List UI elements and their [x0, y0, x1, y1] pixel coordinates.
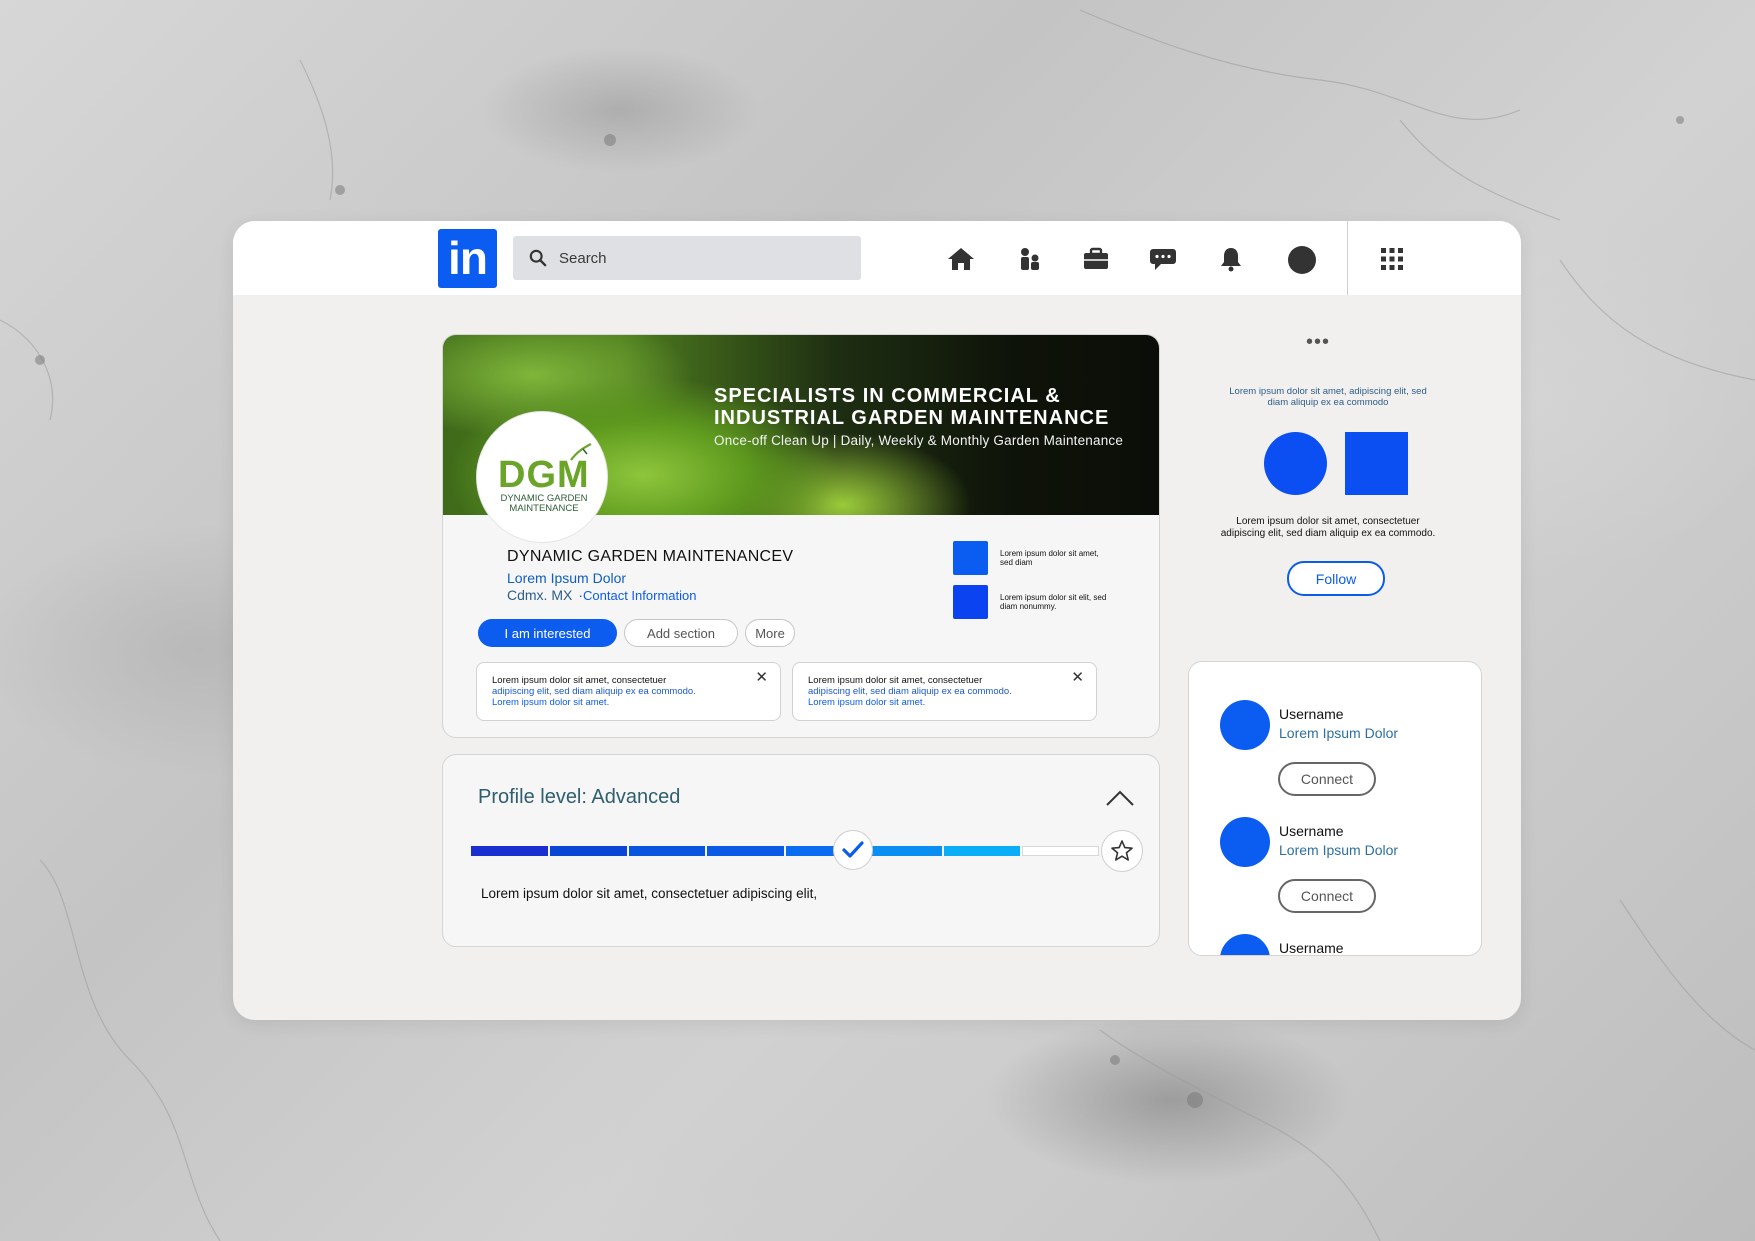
connect-button[interactable]: Connect — [1278, 762, 1376, 796]
more-button[interactable]: More — [745, 619, 795, 647]
stat-text: Lorem ipsum dolor sit amet, sed diam — [1000, 549, 1099, 567]
apps-grid-icon[interactable] — [1380, 247, 1404, 271]
person-name[interactable]: Username — [1279, 940, 1344, 955]
top-navbar: in — [233, 221, 1521, 295]
chevron-up-icon[interactable] — [1105, 789, 1135, 807]
close-icon[interactable]: ✕ — [1071, 668, 1084, 686]
nav-network[interactable] — [1014, 243, 1046, 275]
close-icon[interactable]: ✕ — [755, 668, 768, 686]
company-logo-subtitle: DYNAMIC GARDEN MAINTENANCE — [500, 493, 588, 514]
stat-item: Lorem ipsum dolor sit amet, sed diam — [953, 541, 1110, 575]
company-name: DYNAMIC GARDEN MAINTENANCEV — [507, 548, 794, 565]
avatar[interactable] — [1220, 934, 1270, 955]
leaf-icon — [570, 443, 592, 461]
progress-segment — [943, 846, 1021, 856]
aside-description: Lorem ipsum dolor sit amet, adipiscing e… — [1229, 386, 1427, 408]
more-options-icon[interactable]: ••• — [1306, 331, 1330, 354]
person-name[interactable]: Username — [1279, 706, 1344, 722]
avatar[interactable] — [1220, 700, 1270, 750]
banner-title: SPECIALISTS IN COMMERCIAL & INDUSTRIAL G… — [714, 385, 1110, 429]
goal-marker — [1101, 830, 1143, 872]
search-icon — [529, 249, 547, 267]
checkmark-icon — [842, 841, 864, 858]
progress-segment — [549, 846, 627, 856]
bell-icon — [1221, 248, 1241, 272]
stat-square — [953, 585, 988, 619]
nav-notifications[interactable] — [1215, 243, 1247, 275]
profile-level-card: Profile level: Advanced Lorem ipsum dolo… — [442, 754, 1160, 947]
progress-segment — [471, 846, 548, 856]
aside-circle-graphic — [1264, 432, 1327, 495]
company-profile-card: SPECIALISTS IN COMMERCIAL & INDUSTRIAL G… — [442, 334, 1160, 738]
nav-home[interactable] — [945, 243, 977, 275]
person-title: Lorem Ipsum Dolor — [1279, 725, 1399, 741]
follow-button[interactable]: Follow — [1287, 561, 1385, 596]
person-name[interactable]: Username — [1279, 823, 1344, 839]
progress-segment — [707, 846, 784, 856]
profile-level-description: Lorem ipsum dolor sit amet, consectetuer… — [481, 886, 818, 901]
stat-item: Lorem ipsum dolor sit elit, sed diam non… — [953, 585, 1110, 619]
people-suggestions-card: Username Lorem Ipsum Dolor Connect Usern… — [1188, 661, 1482, 956]
messages-icon — [1150, 249, 1176, 270]
company-tagline: Lorem Ipsum Dolor — [507, 570, 627, 586]
home-icon — [948, 248, 974, 270]
search-bar[interactable] — [513, 236, 861, 280]
nav-messaging[interactable] — [1147, 243, 1179, 275]
progress-segment — [864, 846, 942, 856]
company-logo[interactable]: DGM DYNAMIC GARDEN MAINTENANCE — [476, 411, 608, 543]
progress-segment — [1022, 846, 1099, 856]
linkedin-logo[interactable]: in — [438, 229, 497, 288]
aside-square-graphic — [1345, 432, 1408, 495]
aside-description-2: Lorem ipsum dolor sit amet, consectetuer… — [1220, 516, 1436, 539]
checkpoint-marker — [833, 830, 873, 870]
people-icon — [1021, 248, 1039, 270]
avatar[interactable] — [1220, 817, 1270, 867]
avatar[interactable] — [1288, 246, 1316, 274]
interested-button[interactable]: I am interested — [478, 619, 617, 647]
profile-level-title: Profile level: Advanced — [478, 786, 681, 808]
company-location: Cdmx. MX ·Contact Information — [507, 587, 697, 603]
app-window: in Search SPECIALISTS IN COMMERCIAL & IN… — [233, 221, 1521, 1020]
search-input[interactable] — [559, 249, 839, 267]
notice-card: Lorem ipsum dolor sit amet, consectetuer… — [792, 662, 1097, 721]
briefcase-icon — [1084, 247, 1108, 269]
contact-info-link[interactable]: Contact Information — [583, 588, 696, 603]
star-icon — [1111, 840, 1133, 861]
add-section-button[interactable]: Add section — [624, 619, 738, 647]
stat-square — [953, 541, 988, 575]
person-title: Lorem Ipsum Dolor — [1279, 842, 1399, 858]
nav-jobs[interactable] — [1080, 243, 1112, 275]
profile-progress-bar — [471, 846, 1101, 856]
progress-segment — [628, 846, 706, 856]
nav-divider — [1347, 221, 1348, 295]
banner-subtitle: Once-off Clean Up | Daily, Weekly & Mont… — [714, 433, 1124, 448]
notice-card: Lorem ipsum dolor sit amet, consectetuer… — [476, 662, 781, 721]
stat-text: Lorem ipsum dolor sit elit, sed diam non… — [1000, 593, 1107, 611]
connect-button[interactable]: Connect — [1278, 879, 1376, 913]
